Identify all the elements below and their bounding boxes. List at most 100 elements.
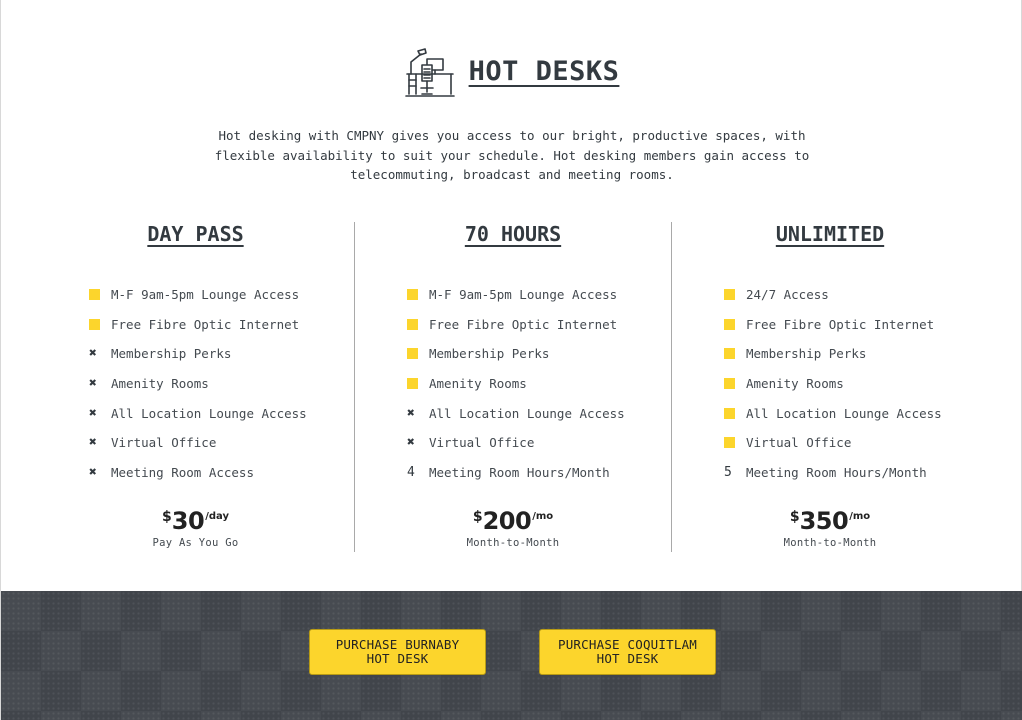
plan-column: 70 HOURS M-F 9am-5pm Lounge Access Free Fi…: [354, 222, 671, 552]
price-period: /mo: [532, 511, 554, 522]
feature-item: 4 Meeting Room Hours/Month: [407, 458, 625, 488]
feature-label: M-F 9am-5pm Lounge Access: [429, 287, 618, 303]
feature-item: M-F 9am-5pm Lounge Access: [89, 280, 307, 310]
price-amount: 350: [799, 507, 849, 535]
feature-label: Amenity Rooms: [746, 376, 844, 392]
desk-workstation-icon: [404, 48, 455, 97]
feature-item: Amenity Rooms: [724, 369, 942, 399]
feature-item: ✖ All Location Lounge Access: [407, 398, 625, 428]
feature-count-value: 4: [407, 464, 415, 480]
price-terms: Month-to-Month: [466, 537, 560, 549]
price: $200/mo: [473, 507, 553, 535]
feature-list: M-F 9am-5pm Lounge Access Free Fibre Opti…: [407, 280, 625, 487]
feature-item: ✖ Meeting Room Access: [89, 458, 307, 488]
feature-item: M-F 9am-5pm Lounge Access: [407, 280, 625, 310]
feature-item: All Location Lounge Access: [724, 398, 942, 428]
price-currency: $: [162, 509, 172, 525]
feature-label: Amenity Rooms: [111, 376, 209, 392]
feature-label: Membership Perks: [429, 346, 550, 362]
feature-label: Meeting Room Access: [111, 464, 254, 480]
excluded-x-icon: ✖: [407, 407, 429, 420]
page-title: HOT DESKS: [468, 55, 620, 87]
plans-grid: DAY PASS M-F 9am-5pm Lounge Access Free Fi…: [37, 222, 988, 552]
yellow-square-icon: [724, 378, 735, 390]
yellow-square-icon: [407, 318, 418, 330]
yellow-square-icon: [724, 407, 735, 419]
excluded-x-icon: ✖: [89, 436, 111, 449]
feature-label: Membership Perks: [746, 346, 867, 362]
excluded-x-icon: ✖: [89, 466, 111, 479]
excluded-x-icon: ✖: [89, 347, 111, 360]
included-check-icon: [89, 289, 111, 301]
feature-label: Free Fibre Optic Internet: [429, 316, 618, 332]
feature-item: 24/7 Access: [724, 280, 942, 310]
included-check-icon: [89, 318, 111, 330]
feature-item: ✖ All Location Lounge Access: [89, 398, 307, 428]
feature-item: Amenity Rooms: [407, 369, 625, 399]
feature-label: Meeting Room Hours/Month: [429, 464, 610, 480]
feature-label: M-F 9am-5pm Lounge Access: [111, 287, 300, 303]
feature-item: 5 Meeting Room Hours/Month: [724, 458, 942, 488]
yellow-square-icon: [724, 437, 735, 449]
page: HOT DESKS Hot desking with CMPNY gives y…: [0, 0, 1022, 720]
close-icon: ✖: [89, 376, 97, 392]
price-terms: Pay As You Go: [152, 537, 239, 549]
feature-list: 24/7 Access Free Fibre Optic Internet Memb…: [724, 280, 942, 487]
price-period: /day: [205, 511, 229, 522]
feature-item: Free Fibre Optic Internet: [724, 310, 942, 340]
feature-label: All Location Lounge Access: [111, 405, 307, 421]
included-check-icon: [724, 289, 746, 301]
feature-label: All Location Lounge Access: [429, 405, 625, 421]
price: $30/day: [162, 507, 229, 535]
feature-count-value: 5: [724, 464, 732, 480]
yellow-square-icon: [407, 378, 418, 390]
feature-item: Free Fibre Optic Internet: [89, 310, 307, 340]
yellow-square-icon: [407, 289, 418, 301]
price-amount: 30: [171, 507, 205, 535]
plan-column: DAY PASS M-F 9am-5pm Lounge Access Free Fi…: [37, 222, 354, 552]
excluded-x-icon: ✖: [407, 436, 429, 449]
close-icon: ✖: [407, 435, 415, 451]
feature-count: 4: [407, 465, 429, 480]
plan-title: DAY PASS: [147, 222, 244, 246]
feature-item: Membership Perks: [407, 339, 625, 369]
plan-title: 70 HOURS: [464, 222, 562, 246]
yellow-square-icon: [407, 348, 418, 360]
hero: HOT DESKS: [1, 44, 1022, 102]
feature-list: M-F 9am-5pm Lounge Access Free Fibre Opti…: [89, 280, 307, 487]
included-check-icon: [724, 378, 746, 390]
feature-item: ✖ Membership Perks: [89, 339, 307, 369]
purchase-coquitlam-button[interactable]: PURCHASE COQUITLAM HOT DESK: [539, 629, 716, 675]
feature-item: Membership Perks: [724, 339, 942, 369]
yellow-square-icon: [724, 289, 735, 301]
price-currency: $: [789, 509, 800, 525]
purchase-burnaby-label-line1: PURCHASE BURNABY: [335, 637, 460, 652]
price: $350/mo: [790, 507, 870, 535]
included-check-icon: [724, 348, 746, 360]
included-check-icon: [407, 318, 429, 330]
feature-label: Virtual Office: [746, 435, 852, 451]
feature-label: 24/7 Access: [746, 287, 829, 303]
feature-item: ✖ Virtual Office: [407, 428, 625, 458]
feature-count: 5: [724, 465, 746, 480]
price-block: $30/day Pay As You Go: [37, 506, 354, 549]
feature-item: Free Fibre Optic Internet: [407, 310, 625, 340]
feature-label: All Location Lounge Access: [746, 405, 942, 421]
yellow-square-icon: [89, 318, 100, 330]
feature-label: Meeting Room Hours/Month: [746, 464, 927, 480]
price-terms: Month-to-Month: [783, 537, 877, 549]
plan-column: UNLIMITED 24/7 Access Free Fibre Optic Int…: [671, 222, 988, 552]
feature-item: ✖ Virtual Office: [89, 428, 307, 458]
plan-title: UNLIMITED: [775, 222, 885, 246]
purchase-burnaby-button[interactable]: PURCHASE BURNABY HOT DESK: [309, 629, 486, 675]
excluded-x-icon: ✖: [89, 407, 111, 420]
feature-label: Membership Perks: [111, 346, 232, 362]
included-check-icon: [724, 318, 746, 330]
purchase-coquitlam-label-line2: HOT DESK: [596, 651, 659, 666]
close-icon: ✖: [407, 405, 415, 421]
feature-label: Virtual Office: [111, 435, 217, 451]
intro-text: Hot desking with CMPNY gives you access …: [214, 128, 810, 182]
yellow-square-icon: [724, 348, 735, 360]
close-icon: ✖: [89, 464, 97, 480]
feature-label: Amenity Rooms: [429, 376, 527, 392]
